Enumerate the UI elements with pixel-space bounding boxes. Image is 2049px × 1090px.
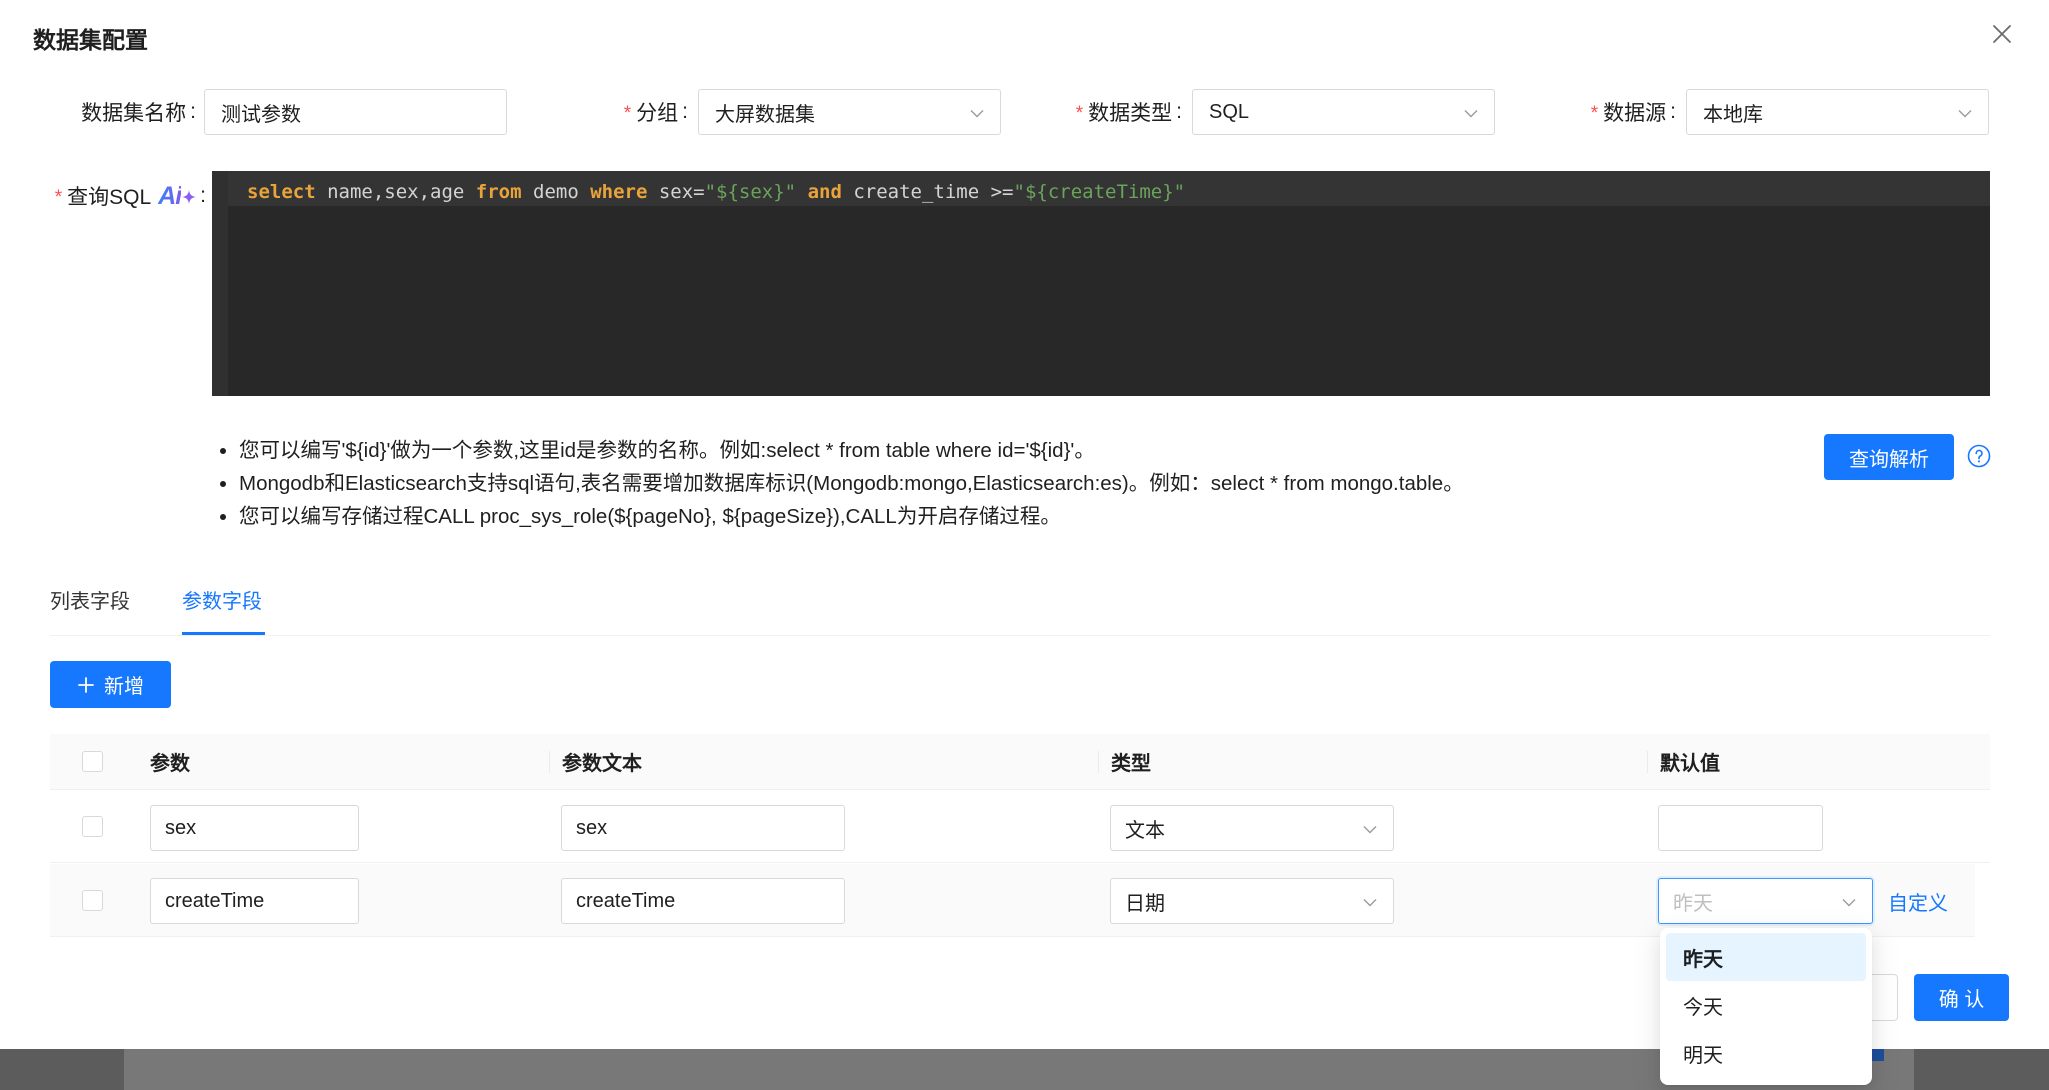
code-token-plain: create_time >= xyxy=(841,181,1014,203)
param-text-input[interactable] xyxy=(561,805,845,851)
data-type-label: * 数据类型: xyxy=(1000,89,1182,135)
required-mark: * xyxy=(1590,103,1599,124)
default-value-dropdown: 昨天 今天 明天 xyxy=(1660,928,1872,1085)
active-tab-indicator xyxy=(182,632,265,635)
data-type-select-value: SQL xyxy=(1209,100,1250,123)
sql-label-text: 查询SQL xyxy=(67,186,152,209)
column-header-default: 默认值 xyxy=(1660,753,1720,775)
code-token-keyword: from xyxy=(475,181,522,203)
label-colon: : xyxy=(1176,100,1182,123)
code-token-keyword: select xyxy=(247,181,316,203)
column-separator xyxy=(1647,751,1648,773)
param-name-input[interactable] xyxy=(150,878,359,924)
sql-label: * 查询SQL Ai : xyxy=(40,176,206,216)
sql-tips-list: 您可以编写'${id}'做为一个参数,这里id是参数的名称。例如:select … xyxy=(200,434,1464,533)
chevron-down-icon xyxy=(1842,899,1856,907)
chevron-down-icon xyxy=(1464,110,1478,118)
data-source-select-value: 本地库 xyxy=(1703,103,1763,126)
row-checkbox[interactable] xyxy=(82,816,103,837)
column-header-param-text: 参数文本 xyxy=(562,753,642,775)
code-token-keyword: where xyxy=(590,181,648,203)
default-value-input[interactable] xyxy=(1658,805,1823,851)
chevron-down-icon xyxy=(1958,110,1972,118)
close-icon xyxy=(1993,25,2011,43)
chevron-down-icon xyxy=(970,110,984,118)
label-colon: : xyxy=(200,184,206,207)
code-token-keyword: and xyxy=(807,181,842,203)
group-select-value: 大屏数据集 xyxy=(715,103,815,126)
data-source-select[interactable]: 本地库 xyxy=(1686,89,1989,135)
question-circle-icon[interactable] xyxy=(1967,444,1991,468)
code-token-plain: sex= xyxy=(647,181,705,203)
default-value-placeholder: 昨天 xyxy=(1673,892,1713,915)
editor-gutter xyxy=(212,171,228,396)
tip-item: 您可以编写'${id}'做为一个参数,这里id是参数的名称。例如:select … xyxy=(239,434,1464,467)
dataset-config-modal: 数据集配置 数据集名称: *分组: 大屏数据集 *数据类型: SQL *数据源:… xyxy=(0,0,2049,1049)
custom-default-link[interactable]: 自定义 xyxy=(1888,878,1948,924)
label-colon: : xyxy=(190,100,196,123)
tip-item: Mongodb和Elasticsearch支持sql语句,表名需要增加数据库标识… xyxy=(239,467,1464,500)
chevron-down-icon xyxy=(1363,899,1377,907)
dropdown-option-today[interactable]: 今天 xyxy=(1666,981,1866,1029)
code-line-1[interactable]: select name,sex,age from demo where sex=… xyxy=(247,177,1185,207)
plus-icon xyxy=(78,676,94,693)
code-token-string: "${sex}" xyxy=(704,181,797,203)
data-source-label: * 数据源: xyxy=(1500,89,1676,135)
add-button-label: 新增 xyxy=(104,676,144,698)
label-colon: : xyxy=(1670,100,1676,123)
data-type-select[interactable]: SQL xyxy=(1192,89,1495,135)
query-parse-button[interactable]: 查询解析 xyxy=(1824,434,1954,480)
tab-param-fields[interactable]: 参数字段 xyxy=(182,588,262,616)
data-source-label-text: 数据源 xyxy=(1603,102,1667,125)
param-text-input[interactable] xyxy=(561,878,845,924)
row-checkbox[interactable] xyxy=(82,890,103,911)
group-label-text: 分组 xyxy=(636,102,679,125)
add-param-button[interactable]: 新增 xyxy=(50,661,171,708)
select-all-checkbox[interactable] xyxy=(82,751,103,772)
group-select[interactable]: 大屏数据集 xyxy=(698,89,1001,135)
code-token-plain: name,sex,age xyxy=(315,181,476,203)
param-type-select[interactable]: 文本 xyxy=(1110,805,1394,851)
sparkle-icon xyxy=(182,190,197,204)
tabs-divider xyxy=(50,635,1990,636)
dataset-name-input[interactable] xyxy=(204,89,507,135)
sql-code-editor[interactable]: select name,sex,age from demo where sex=… xyxy=(212,171,1990,396)
ai-sparkle-icon[interactable]: Ai xyxy=(158,181,197,211)
param-type-select[interactable]: 日期 xyxy=(1110,878,1394,924)
required-mark: * xyxy=(623,103,632,124)
background-page-panel xyxy=(124,1049,1914,1090)
ai-icon-text: Ai xyxy=(158,182,182,210)
column-header-param: 参数 xyxy=(150,753,190,775)
default-value-select[interactable]: 昨天 xyxy=(1658,878,1873,924)
chevron-down-icon xyxy=(1363,826,1377,834)
tab-list-fields[interactable]: 列表字段 xyxy=(50,588,130,616)
dropdown-option-yesterday[interactable]: 昨天 xyxy=(1666,933,1866,981)
param-type-value: 文本 xyxy=(1125,819,1165,842)
code-token-plain: demo xyxy=(521,181,591,203)
dataset-name-label-text: 数据集名称 xyxy=(81,102,187,125)
code-token-string: "${createTime}" xyxy=(1013,181,1186,203)
param-name-input[interactable] xyxy=(150,805,359,851)
tip-item: 您可以编写存储过程CALL proc_sys_role(${pageNo}, $… xyxy=(239,500,1464,533)
modal-title: 数据集配置 xyxy=(33,27,148,53)
dataset-name-label: 数据集名称: xyxy=(60,89,196,135)
column-separator xyxy=(549,751,550,773)
dropdown-option-tomorrow[interactable]: 明天 xyxy=(1666,1029,1866,1077)
confirm-button[interactable]: 确 认 xyxy=(1914,974,2009,1021)
label-colon: : xyxy=(682,100,688,123)
param-type-value: 日期 xyxy=(1125,892,1165,915)
column-separator xyxy=(1098,751,1099,773)
required-mark: * xyxy=(54,187,63,208)
data-type-label-text: 数据类型 xyxy=(1088,102,1173,125)
background-page-button xyxy=(1872,1049,1884,1061)
required-mark: * xyxy=(1075,103,1084,124)
close-button[interactable] xyxy=(1990,22,2014,46)
group-label: * 分组: xyxy=(560,89,688,135)
column-header-type: 类型 xyxy=(1111,753,1151,775)
